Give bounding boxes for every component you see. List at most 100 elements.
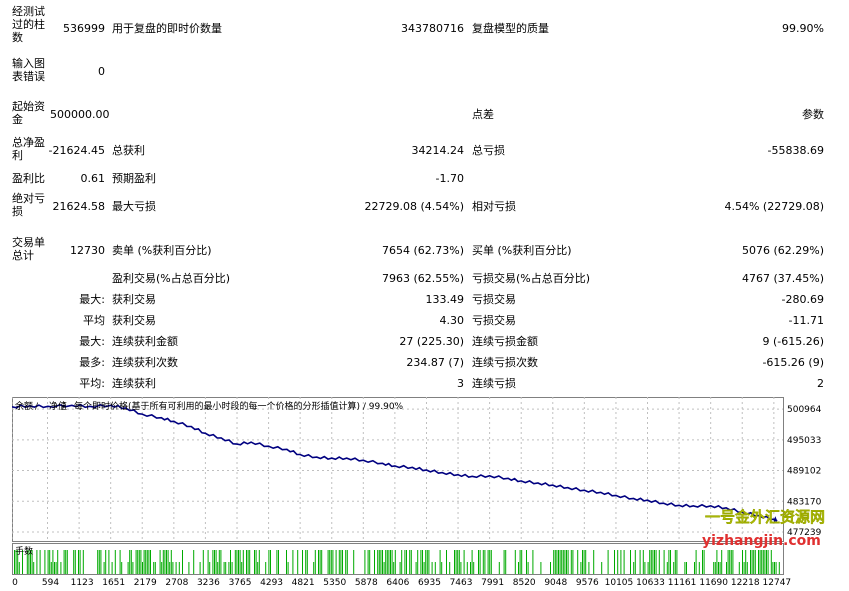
lots-bar xyxy=(98,550,100,574)
lots-bar xyxy=(532,550,534,574)
lots-bar xyxy=(369,550,371,574)
lots-bar xyxy=(721,550,723,574)
x-tick-label: 7991 xyxy=(481,578,505,588)
lots-bar xyxy=(182,550,183,574)
lots-bar xyxy=(519,550,521,574)
net-profit-label: 总净盈利 xyxy=(12,136,45,162)
lots-bar xyxy=(583,550,585,574)
avg-consec-losses-label: 连续亏损 xyxy=(472,377,516,390)
lots-bar xyxy=(714,562,716,574)
lots-bar xyxy=(654,550,655,574)
x-tick-label: 11690 xyxy=(699,578,728,588)
lots-bar xyxy=(132,562,134,574)
lots-bar xyxy=(729,550,731,574)
lots-bar xyxy=(218,550,220,574)
lots-bar xyxy=(212,550,214,574)
lots-bar xyxy=(390,550,391,574)
expected-payoff-value: -1.70 xyxy=(435,172,464,185)
lots-bar xyxy=(314,550,316,574)
lots-bar xyxy=(313,562,315,574)
most-consec-profit-value: 234.87 (7) xyxy=(406,356,464,369)
max-consec-losses-value: 9 (-615.26) xyxy=(762,335,824,348)
avg-consec-wins-label: 连续获利 xyxy=(112,377,156,390)
lots-bar xyxy=(137,550,139,574)
lots-bar xyxy=(703,550,705,574)
lots-bar xyxy=(103,562,105,574)
lots-bar xyxy=(36,550,38,574)
lots-bar xyxy=(540,562,542,574)
max-consec-losses-label: 连续亏损金额 xyxy=(472,335,538,348)
ticks-value: 343780716 xyxy=(401,22,464,35)
lots-bar xyxy=(564,550,566,574)
lots-bar xyxy=(642,550,644,574)
lots-bar xyxy=(650,550,652,574)
lots-bar xyxy=(554,550,556,574)
lots-bar xyxy=(188,562,190,574)
abs-drawdown-value: 21624.58 xyxy=(52,200,106,213)
lots-bar xyxy=(393,562,395,574)
lots-bar xyxy=(415,562,417,574)
lots-bar xyxy=(505,550,507,574)
lots-bar xyxy=(193,550,195,574)
lots-bar xyxy=(145,550,147,574)
lots-bar xyxy=(498,562,500,574)
lots-bar xyxy=(234,550,236,574)
max-consec-wins-value: 27 (225.30) xyxy=(399,335,464,348)
lots-bar xyxy=(55,562,57,574)
lots-bar xyxy=(479,550,481,574)
lots-bar xyxy=(82,550,84,574)
lots-bar xyxy=(762,550,764,574)
lots-bar xyxy=(63,550,65,574)
lots-bar xyxy=(410,550,412,574)
lots-bar xyxy=(254,550,255,574)
lots-bar xyxy=(220,550,222,574)
lots-bar xyxy=(767,550,769,574)
lots-bar xyxy=(719,562,721,574)
lots-bar xyxy=(652,550,654,574)
lots-bar xyxy=(386,550,388,574)
lots-bar xyxy=(167,550,169,574)
lots-bar xyxy=(327,550,329,574)
lots-bar xyxy=(127,562,129,574)
lots-bar xyxy=(297,550,299,574)
lots-bar xyxy=(521,550,523,574)
lots-bar xyxy=(649,550,651,574)
plot-frame xyxy=(12,397,784,542)
lots-bar xyxy=(57,550,59,574)
lots-bar xyxy=(148,550,150,574)
gross-profit-value: 34214.24 xyxy=(411,144,465,157)
lots-bar xyxy=(172,562,174,574)
total-trades-label: 交易单总计 xyxy=(12,236,45,262)
lots-bar xyxy=(633,562,635,574)
lots-bar xyxy=(668,550,670,574)
lots-bar xyxy=(249,550,251,574)
lots-bar xyxy=(338,550,340,574)
lots-bar xyxy=(658,550,660,574)
lots-bar xyxy=(670,550,671,574)
lots-bar xyxy=(214,550,215,574)
lots-bar xyxy=(140,550,142,574)
lots-bar xyxy=(556,550,558,574)
lots-bar xyxy=(39,550,41,574)
lots-bar xyxy=(367,550,369,574)
loss-trades-value: 4767 (37.45%) xyxy=(741,272,824,285)
lots-bar xyxy=(478,550,479,574)
legend-balance: 余额 xyxy=(15,400,33,412)
largest-profit-value: 133.49 xyxy=(425,293,465,306)
watermark-url: yizhangjin.com xyxy=(702,533,821,549)
lots-bar xyxy=(239,550,241,574)
lots-bar xyxy=(463,550,465,574)
lots-bar xyxy=(570,550,572,574)
expected-payoff-label: 预期盈利 xyxy=(112,172,156,185)
spread-label: 点差 xyxy=(472,108,494,121)
lots-bar xyxy=(346,550,348,574)
lots-bar xyxy=(487,550,489,574)
lots-bar xyxy=(743,562,745,574)
lots-bar xyxy=(111,562,113,574)
lots-bar xyxy=(97,550,99,574)
lots-bar xyxy=(319,550,321,574)
lots-bar xyxy=(764,550,766,574)
lots-bar xyxy=(601,562,603,574)
lots-bar xyxy=(422,550,423,574)
lots-bar xyxy=(170,550,172,574)
